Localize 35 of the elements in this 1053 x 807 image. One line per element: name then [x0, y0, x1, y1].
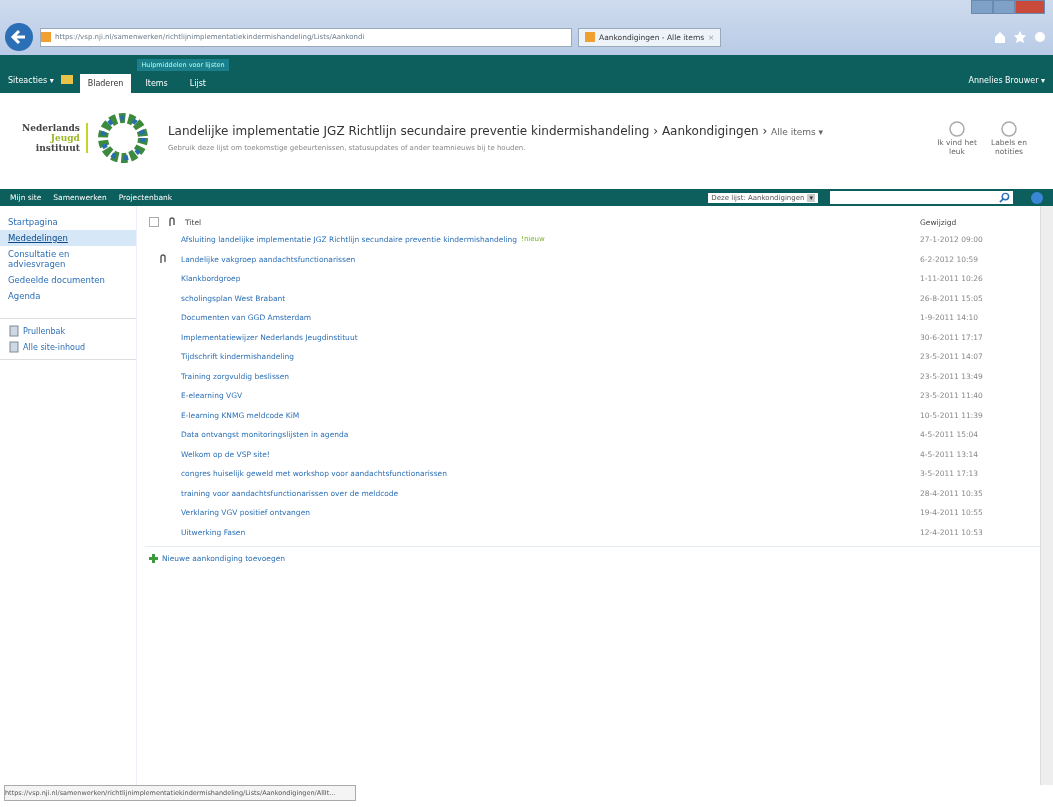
- site-title[interactable]: Landelijke implementatie JGZ Richtlijn secundaire preventie kindermishandeling: [167, 124, 650, 138]
- search-icon[interactable]: [999, 192, 1010, 203]
- sidebar-item[interactable]: Agenda: [0, 288, 136, 304]
- sidebar-item[interactable]: Startpagina: [0, 214, 136, 230]
- home-icon[interactable]: [993, 30, 1007, 44]
- logo-text: instituut: [35, 143, 80, 153]
- sidebar-item[interactable]: Mededelingen: [0, 230, 136, 246]
- attachment-icon: [168, 217, 176, 227]
- user-menu[interactable]: Annelies Brouwer ▾: [968, 76, 1045, 93]
- breadcrumb-separator: ›: [762, 124, 768, 138]
- sidebar-item[interactable]: Gedeelde documenten: [0, 272, 136, 288]
- logo-text: Jeugd: [50, 133, 80, 143]
- site-actions-menu[interactable]: Siteacties ▾: [8, 76, 54, 93]
- scrollbar[interactable]: [1040, 206, 1053, 785]
- logo-text: Nederlands: [22, 123, 80, 133]
- ribbon-tab[interactable]: Items: [137, 74, 176, 93]
- view-menu[interactable]: Alle items ▾: [771, 127, 824, 137]
- sidebar-tool-link[interactable]: Prullenbak: [0, 323, 136, 339]
- maximize-button[interactable]: [993, 0, 1015, 14]
- list-title[interactable]: Aankondigingen: [661, 124, 759, 138]
- trash-icon: [8, 325, 19, 337]
- ribbon-tab[interactable]: Bladeren: [79, 74, 132, 93]
- minimize-button[interactable]: [971, 0, 993, 14]
- folder-icon[interactable]: [59, 73, 74, 85]
- document-icon: [8, 341, 19, 353]
- star-icon[interactable]: [1013, 30, 1027, 44]
- logo-icon: [97, 113, 148, 163]
- breadcrumb-separator: ›: [653, 124, 659, 138]
- search-field[interactable]: [830, 191, 1013, 204]
- sidebar-tool-link[interactable]: Alle site-inhoud: [0, 339, 136, 355]
- sidebar-item[interactable]: Consultatie en adviesvragen: [0, 246, 136, 272]
- close-button[interactable]: [1015, 0, 1045, 14]
- plus-icon: [149, 554, 158, 563]
- select-all-checkbox[interactable]: [149, 217, 159, 227]
- ribbon-tab[interactable]: Lijst: [181, 74, 214, 93]
